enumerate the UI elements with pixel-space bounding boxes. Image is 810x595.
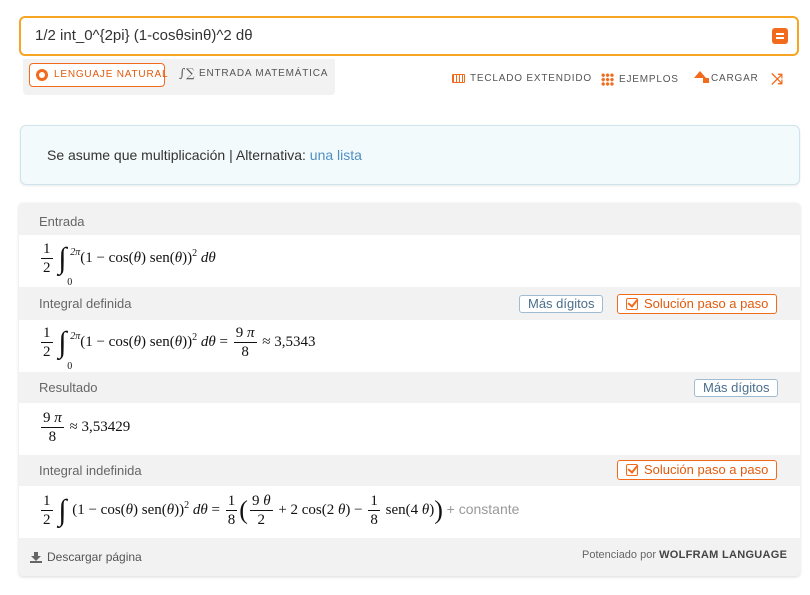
equals-icon[interactable] [772,28,788,44]
definite-formula: 12 ∫ 2π 0 (1 − cos(θ) sen(θ))2 dθ = 9 π8 ≈… [41,325,316,372]
upload-icon [694,70,709,83]
keyboard-label: TECLADO EXTENDIDO [470,73,592,84]
checkbox-icon [626,298,638,310]
upload-button[interactable]: CARGAR [694,70,759,84]
pod-input: 12 ∫ 2π 0 (1 − cos(θ) sen(θ))2 dθ [19,235,800,288]
pod-title-input: Entrada [39,214,85,229]
examples-button[interactable]: EJEMPLOS [601,73,679,86]
pod-indefinite: 12 ∫ (1 − cos(θ) sen(θ))2 dθ = 1 8(9 θ2 +… [19,486,800,538]
powered-by: Potenciado por WOLFRAM LANGUAGE [582,549,787,561]
assumption-box: Se asume que multiplicación | Alternativ… [20,125,800,185]
powered-prefix: Potenciado por [582,549,656,561]
math-input-icon: ∫∑ [179,66,196,80]
tab-math-input[interactable]: ∫∑ ENTRADA MATEMÁTICA [177,63,328,87]
download-icon [30,552,42,563]
dots-grid-icon [601,73,614,86]
examples-label: EJEMPLOS [619,74,679,86]
download-label: Descargar página [47,550,142,564]
pod-definite: 12 ∫ 2π 0 (1 − cos(θ) sen(θ))2 dθ = 9 π8 ≈… [19,320,800,372]
tab-math-input-label: ENTRADA MATEMÁTICA [199,68,329,79]
more-digits-button[interactable]: Más dígitos [519,295,604,313]
step-by-step-button[interactable]: Solución paso a paso [617,294,778,314]
result-approx: ≈ 3,53429 [69,418,131,435]
assumption-label: Se asume que multiplicación | Alternativ… [47,147,306,163]
search-input[interactable]: 1/2 int_0^{2pi} (1-cosθsinθ)^2 dθ [35,27,253,44]
constant-label: + constante [446,500,520,517]
pod-title-definite: Integral definida [39,296,132,311]
result-formula: 9 π8 ≈ 3,53429 [41,410,131,445]
upload-label: CARGAR [711,73,759,84]
keyboard-icon [452,73,465,83]
download-page-link[interactable]: Descargar página [30,550,142,564]
shuffle-icon[interactable]: ⤨ [771,71,783,88]
input-mode-tabs: LENGUAJE NATURAL ∫∑ ENTRADA MATEMÁTICA [23,59,335,95]
checkbox-icon [626,464,638,476]
powered-brand[interactable]: WOLFRAM LANGUAGE [659,549,787,561]
keyboard-button[interactable]: TECLADO EXTENDIDO [452,73,592,84]
step-by-step-button[interactable]: Solución paso a paso [617,460,778,480]
tab-natural-language-label: LENGUAJE NATURAL [54,69,169,80]
gear-icon [36,69,48,81]
pod-title-indefinite: Integral indefinida [39,463,142,478]
pod-title-result: Resultado [39,380,98,395]
step-by-step-label: Solución paso a paso [644,462,769,477]
results-panel: Entrada 12 ∫ 2π 0 (1 − cos(θ) sen(θ))2 dθ … [19,203,800,576]
tab-natural-language[interactable]: LENGUAJE NATURAL [29,63,169,87]
search-box[interactable]: 1/2 int_0^{2pi} (1-cosθsinθ)^2 dθ [19,16,799,56]
pod-result: 9 π8 ≈ 3,53429 [19,403,800,455]
input-formula: 12 ∫ 2π 0 (1 − cos(θ) sen(θ))2 dθ [41,241,216,288]
step-by-step-label: Solución paso a paso [644,296,769,311]
alternative-link[interactable]: una lista [310,147,362,163]
definite-approx: ≈ 3,5343 [262,333,316,350]
assumption-text: Se asume que multiplicación | Alternativ… [47,147,362,163]
more-digits-button[interactable]: Más dígitos [694,379,779,397]
indefinite-formula: 12 ∫ (1 − cos(θ) sen(θ))2 dθ = 1 8(9 θ2 +… [41,493,520,528]
